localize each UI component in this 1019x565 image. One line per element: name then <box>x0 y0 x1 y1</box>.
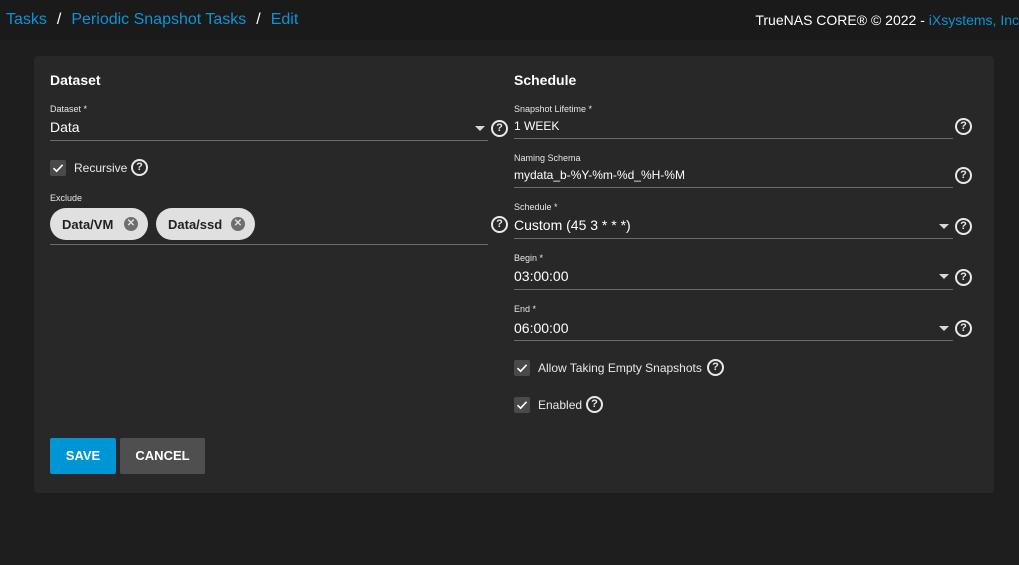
end-field-label: End * <box>514 304 537 314</box>
snapshot-lifetime-input[interactable]: 1 WEEK <box>514 119 559 133</box>
help-icon[interactable]: ? <box>707 359 724 376</box>
chip-label: Data/ssd <box>168 217 223 232</box>
help-icon[interactable]: ? <box>586 396 603 413</box>
begin-underline <box>514 289 953 290</box>
top-bar: Tasks / Periodic Snapshot Tasks / Edit TrueN… <box>0 0 1019 40</box>
cancel-button[interactable]: CANCEL <box>120 438 205 474</box>
schedule-field-label: Schedule * <box>514 202 558 212</box>
chevron-down-icon[interactable] <box>939 326 949 331</box>
allow-empty-snapshots-label: Allow Taking Empty Snapshots <box>538 361 702 375</box>
end-select[interactable]: 06:00:00 <box>514 320 569 336</box>
breadcrumb-periodic-snapshot-tasks[interactable]: Periodic Snapshot Tasks <box>71 11 246 28</box>
copyright-text: TrueNAS CORE® © 2022 - <box>755 12 929 28</box>
exclude-chip-data-vm[interactable]: Data/VM ✕ <box>50 208 148 240</box>
exclude-underline <box>50 244 488 245</box>
breadcrumb-separator: / <box>256 11 261 28</box>
dataset-select[interactable]: Data <box>50 119 80 135</box>
ixsystems-link[interactable]: iXsystems, Inc <box>929 12 1019 28</box>
chip-label: Data/VM <box>62 217 114 232</box>
chevron-down-icon[interactable] <box>475 126 485 131</box>
help-icon[interactable]: ? <box>955 218 972 235</box>
naming-schema-field-label: Naming Schema <box>514 153 581 163</box>
check-icon <box>52 164 64 173</box>
allow-empty-snapshots-checkbox[interactable] <box>514 360 530 376</box>
breadcrumb-tasks[interactable]: Tasks <box>6 11 47 28</box>
breadcrumb: Tasks / Periodic Snapshot Tasks / Edit <box>6 11 298 29</box>
check-icon <box>516 364 528 373</box>
exclude-chip-data-ssd[interactable]: Data/ssd ✕ <box>156 208 255 240</box>
check-icon <box>516 401 528 410</box>
begin-field-label: Begin * <box>514 253 544 263</box>
help-icon[interactable]: ? <box>955 167 972 184</box>
breadcrumb-edit[interactable]: Edit <box>271 11 299 28</box>
breadcrumb-separator: / <box>56 11 62 28</box>
chevron-down-icon[interactable] <box>939 224 949 229</box>
snapshot-task-form: Dataset Dataset * Data ? Recursive ? Exc… <box>34 56 994 493</box>
dataset-field-label: Dataset * <box>50 104 88 114</box>
remove-chip-icon[interactable]: ✕ <box>231 217 245 231</box>
lifetime-field-label: Snapshot Lifetime * <box>514 104 593 114</box>
help-icon[interactable]: ? <box>491 216 508 233</box>
save-button[interactable]: SAVE <box>50 438 116 474</box>
schedule-section-title: Schedule <box>514 72 577 88</box>
lifetime-underline <box>514 138 953 139</box>
chevron-down-icon[interactable] <box>939 274 949 279</box>
recursive-checkbox[interactable] <box>50 160 66 176</box>
dataset-section-title: Dataset <box>50 72 101 88</box>
schedule-select[interactable]: Custom (45 3 * * *) <box>514 217 631 233</box>
schedule-underline <box>514 238 953 239</box>
end-underline <box>514 340 953 341</box>
enabled-checkbox[interactable] <box>514 397 530 413</box>
help-icon[interactable]: ? <box>955 118 972 135</box>
begin-select[interactable]: 03:00:00 <box>514 268 569 284</box>
help-icon[interactable]: ? <box>955 320 972 337</box>
copyright-notice: TrueNAS CORE® © 2022 - iXsystems, Inc <box>755 12 1019 28</box>
naming-schema-underline <box>514 187 953 188</box>
exclude-field-label: Exclude <box>50 193 83 203</box>
help-icon[interactable]: ? <box>131 159 148 176</box>
help-icon[interactable]: ? <box>955 269 972 286</box>
help-icon[interactable]: ? <box>491 120 508 137</box>
enabled-label: Enabled <box>538 398 583 412</box>
dataset-underline <box>50 140 488 141</box>
recursive-label: Recursive <box>74 161 128 175</box>
remove-chip-icon[interactable]: ✕ <box>124 217 138 231</box>
naming-schema-input[interactable]: mydata_b-%Y-%m-%d_%H-%M <box>514 168 685 182</box>
